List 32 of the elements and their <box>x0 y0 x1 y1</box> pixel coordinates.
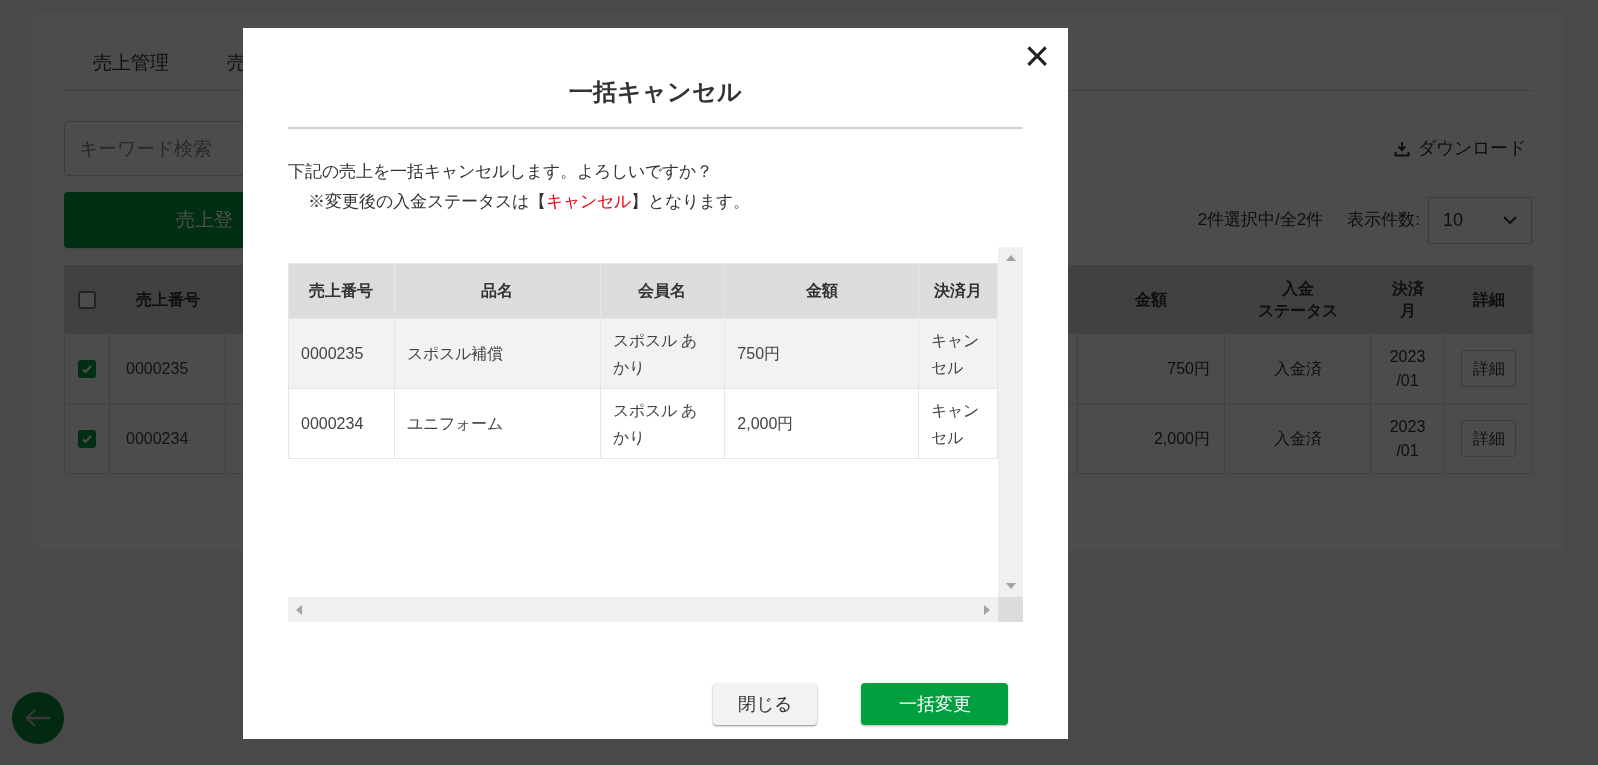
table-cell-text: キャンセル <box>931 330 981 378</box>
scroll-left-icon <box>296 604 302 615</box>
vertical-scrollbar[interactable] <box>998 247 1023 597</box>
close-button[interactable]: × <box>1024 32 1050 80</box>
status-note: ※変更後の入金ステータスは【キャンセル】となります。 <box>307 191 751 213</box>
scroll-down-icon <box>1005 583 1016 589</box>
confirm-message: 下記の売上を一括キャンセルします。よろしいですか？ <box>288 161 714 183</box>
table-cell-text: 0000234 <box>301 414 365 434</box>
table-cell-text: 2,000円 <box>737 414 795 434</box>
confirm-button[interactable]: 一括変更 <box>861 683 1008 725</box>
table-cell-text: スポスル あかり <box>612 330 698 378</box>
scroll-right-icon <box>984 604 990 615</box>
close-dialog-button[interactable]: 閉じる <box>713 683 817 725</box>
column-header: 品名 <box>394 263 601 319</box>
scrollbar-corner <box>998 597 1023 622</box>
selection-count: 2件選択中/全2件 <box>1197 209 1324 232</box>
column-header: 金額 <box>724 263 919 319</box>
page-size-label: 表示件数: <box>1347 209 1420 232</box>
modal-title: 一括キャンセル <box>569 78 742 106</box>
table-cell-text: ユニフォーム <box>406 414 504 434</box>
table-cell-text: スポスル補償 <box>406 344 504 364</box>
table-cell-text: キャンセル <box>931 400 981 448</box>
horizontal-scrollbar[interactable] <box>288 597 998 622</box>
table-cell-text: 2023 /01 <box>1389 416 1426 461</box>
table-cell-text: 2023 /01 <box>1389 346 1426 391</box>
column-header: 会員名 <box>600 263 725 319</box>
table-cell-text: 750円 <box>737 344 782 364</box>
column-header: 売上番号 <box>288 263 395 319</box>
column-header: 決済月 <box>918 263 998 319</box>
table-cell-text: 0000235 <box>301 344 365 364</box>
table-cell-text: スポスル あかり <box>612 400 698 448</box>
scroll-up-icon <box>1005 255 1016 261</box>
